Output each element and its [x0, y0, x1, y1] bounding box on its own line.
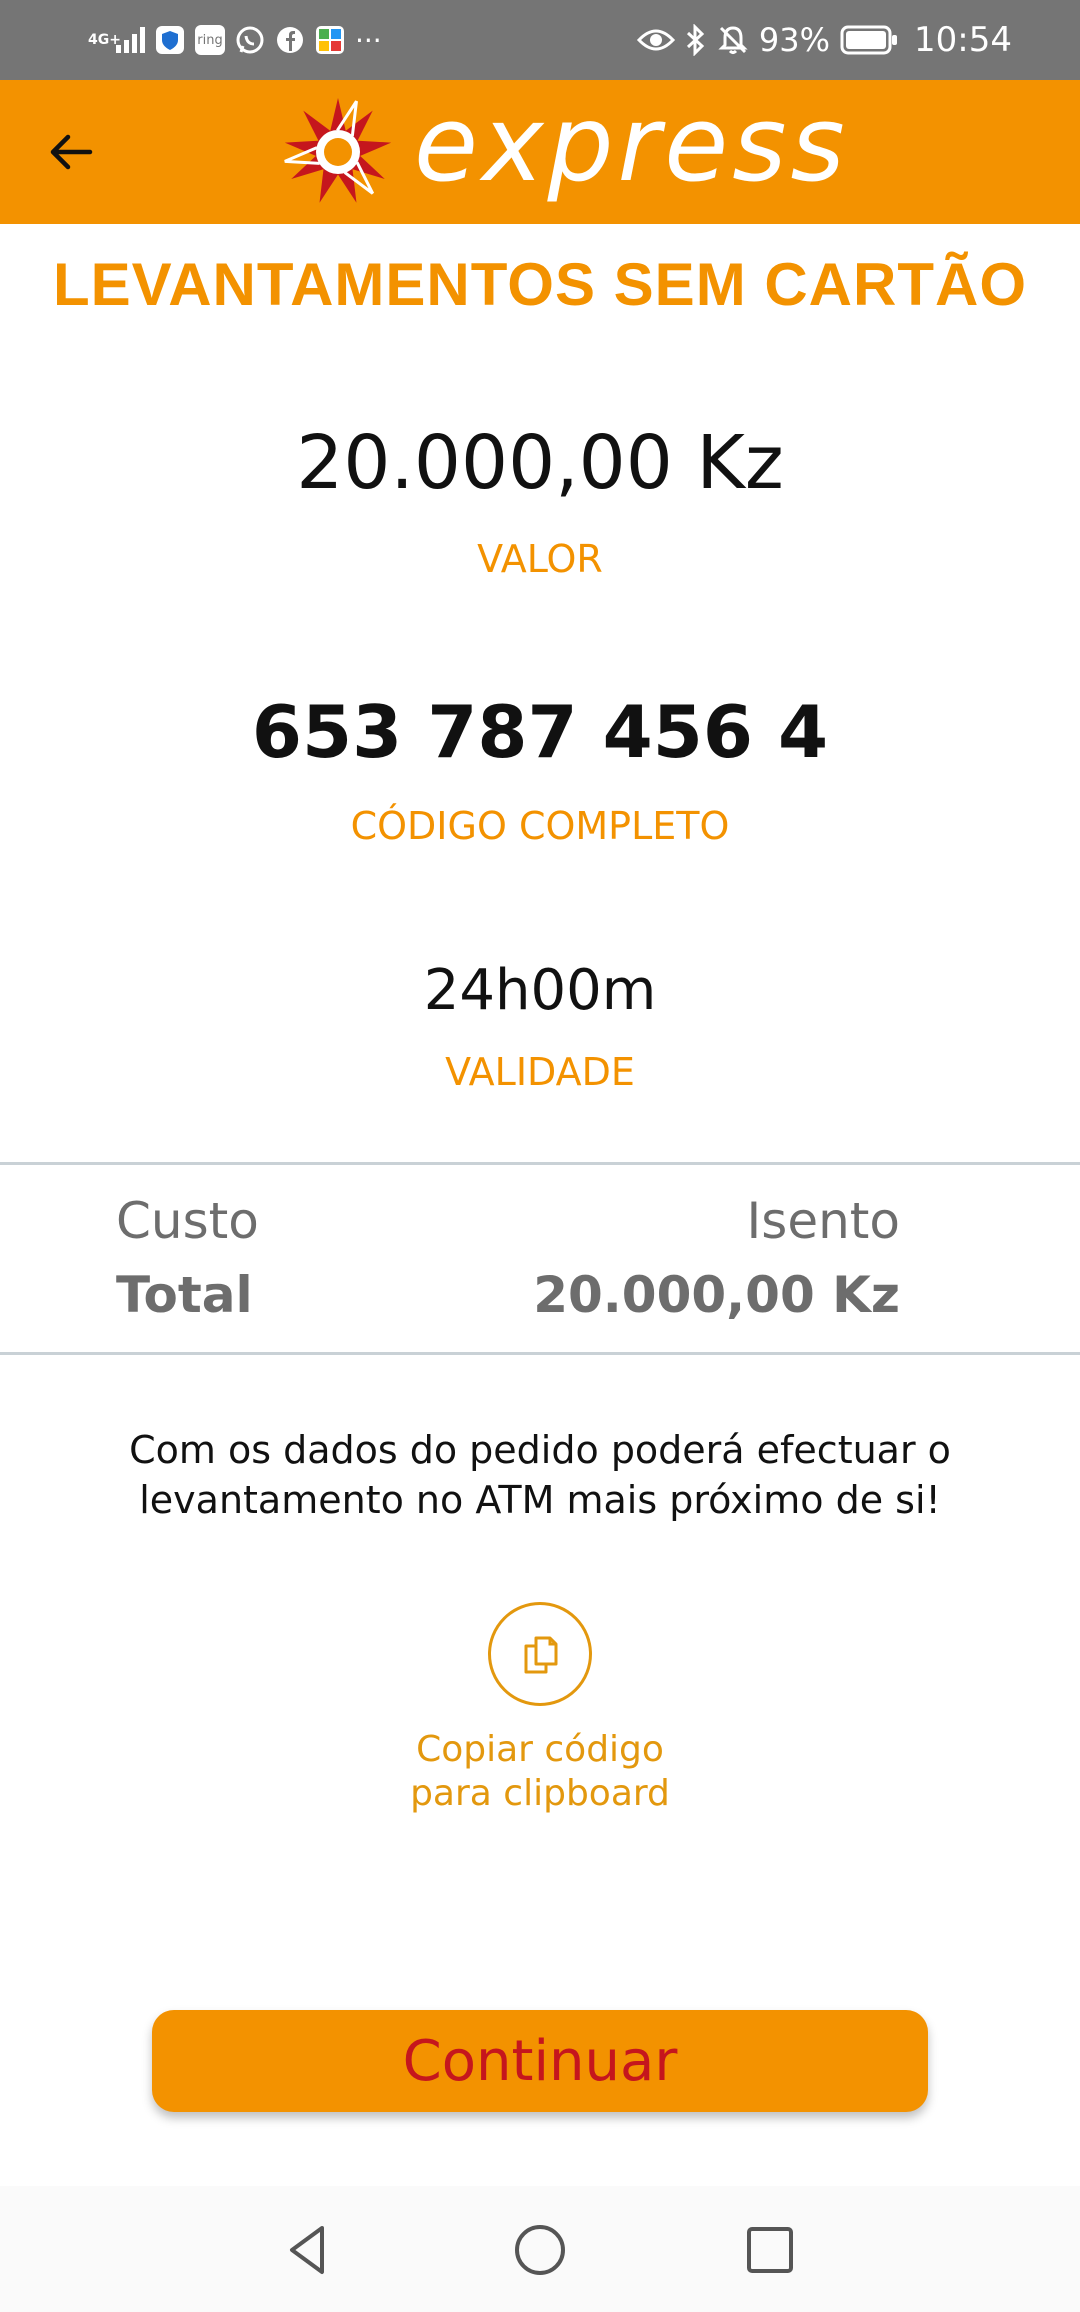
copy-icon [524, 1636, 558, 1674]
continue-button[interactable]: Continuar [152, 2010, 928, 2112]
svg-text:express: express [414, 94, 849, 205]
copy-code-label[interactable]: Copiar código para clipboard [340, 1728, 740, 1816]
bluetooth-icon [685, 24, 707, 56]
copy-code-button[interactable] [488, 1602, 592, 1706]
mute-icon [717, 24, 749, 56]
app-header: express [0, 80, 1080, 224]
divider-bottom [0, 1352, 1080, 1355]
more-notifications: ··· [355, 23, 382, 57]
system-nav-bar [0, 2186, 1080, 2312]
whatsapp-icon [235, 25, 265, 55]
sun-emblem-icon [284, 98, 392, 203]
express-wordmark: express [414, 94, 849, 205]
validity-label: VALIDADE [445, 1050, 635, 1094]
copy-label-line2: para clipboard [410, 1773, 670, 1814]
total-label: Total [116, 1266, 253, 1324]
clock: 10:54 [914, 20, 1012, 60]
battery-icon [840, 25, 898, 55]
signal-icon [116, 27, 145, 53]
info-message: Com os dados do pedido poderá efectuar o… [129, 1428, 951, 1522]
cost-value: Isento [746, 1192, 900, 1250]
back-button[interactable] [44, 124, 100, 180]
brand-logo: express [280, 94, 920, 210]
total-value: 20.000,00 Kz [533, 1266, 900, 1324]
amount-label: VALOR [477, 537, 603, 581]
eye-icon [636, 27, 675, 53]
amount-value: 20.000,00 Kz [296, 420, 784, 506]
divider-top [0, 1162, 1080, 1165]
copy-label-line1: Copiar código [416, 1729, 664, 1770]
network-type: 4G+ [88, 32, 121, 48]
nav-back-icon[interactable] [278, 2220, 338, 2280]
ring-icon: ring [195, 25, 225, 55]
withdrawal-code: 653 787 456 4 [251, 690, 829, 774]
status-left: 4G+ ring ··· [88, 18, 382, 62]
cost-row: Custo Isento [116, 1192, 900, 1250]
facebook-icon [275, 25, 305, 55]
maps-icon [315, 25, 345, 55]
cost-label: Custo [116, 1192, 259, 1250]
status-bar: 4G+ ring ··· 93% 10:54 [0, 0, 1080, 80]
validity-value: 24h00m [423, 958, 657, 1023]
shield-icon [155, 25, 185, 55]
nav-recents-icon[interactable] [740, 2220, 800, 2280]
arrow-left-icon [50, 134, 93, 170]
status-right: 93% 10:54 [636, 18, 1012, 62]
battery-percent: 93% [758, 21, 831, 59]
page-title: LEVANTAMENTOS SEM CARTÃO [52, 251, 1027, 318]
total-row: Total 20.000,00 Kz [116, 1266, 900, 1324]
nav-home-icon[interactable] [510, 2220, 570, 2280]
code-label: CÓDIGO COMPLETO [350, 804, 730, 848]
